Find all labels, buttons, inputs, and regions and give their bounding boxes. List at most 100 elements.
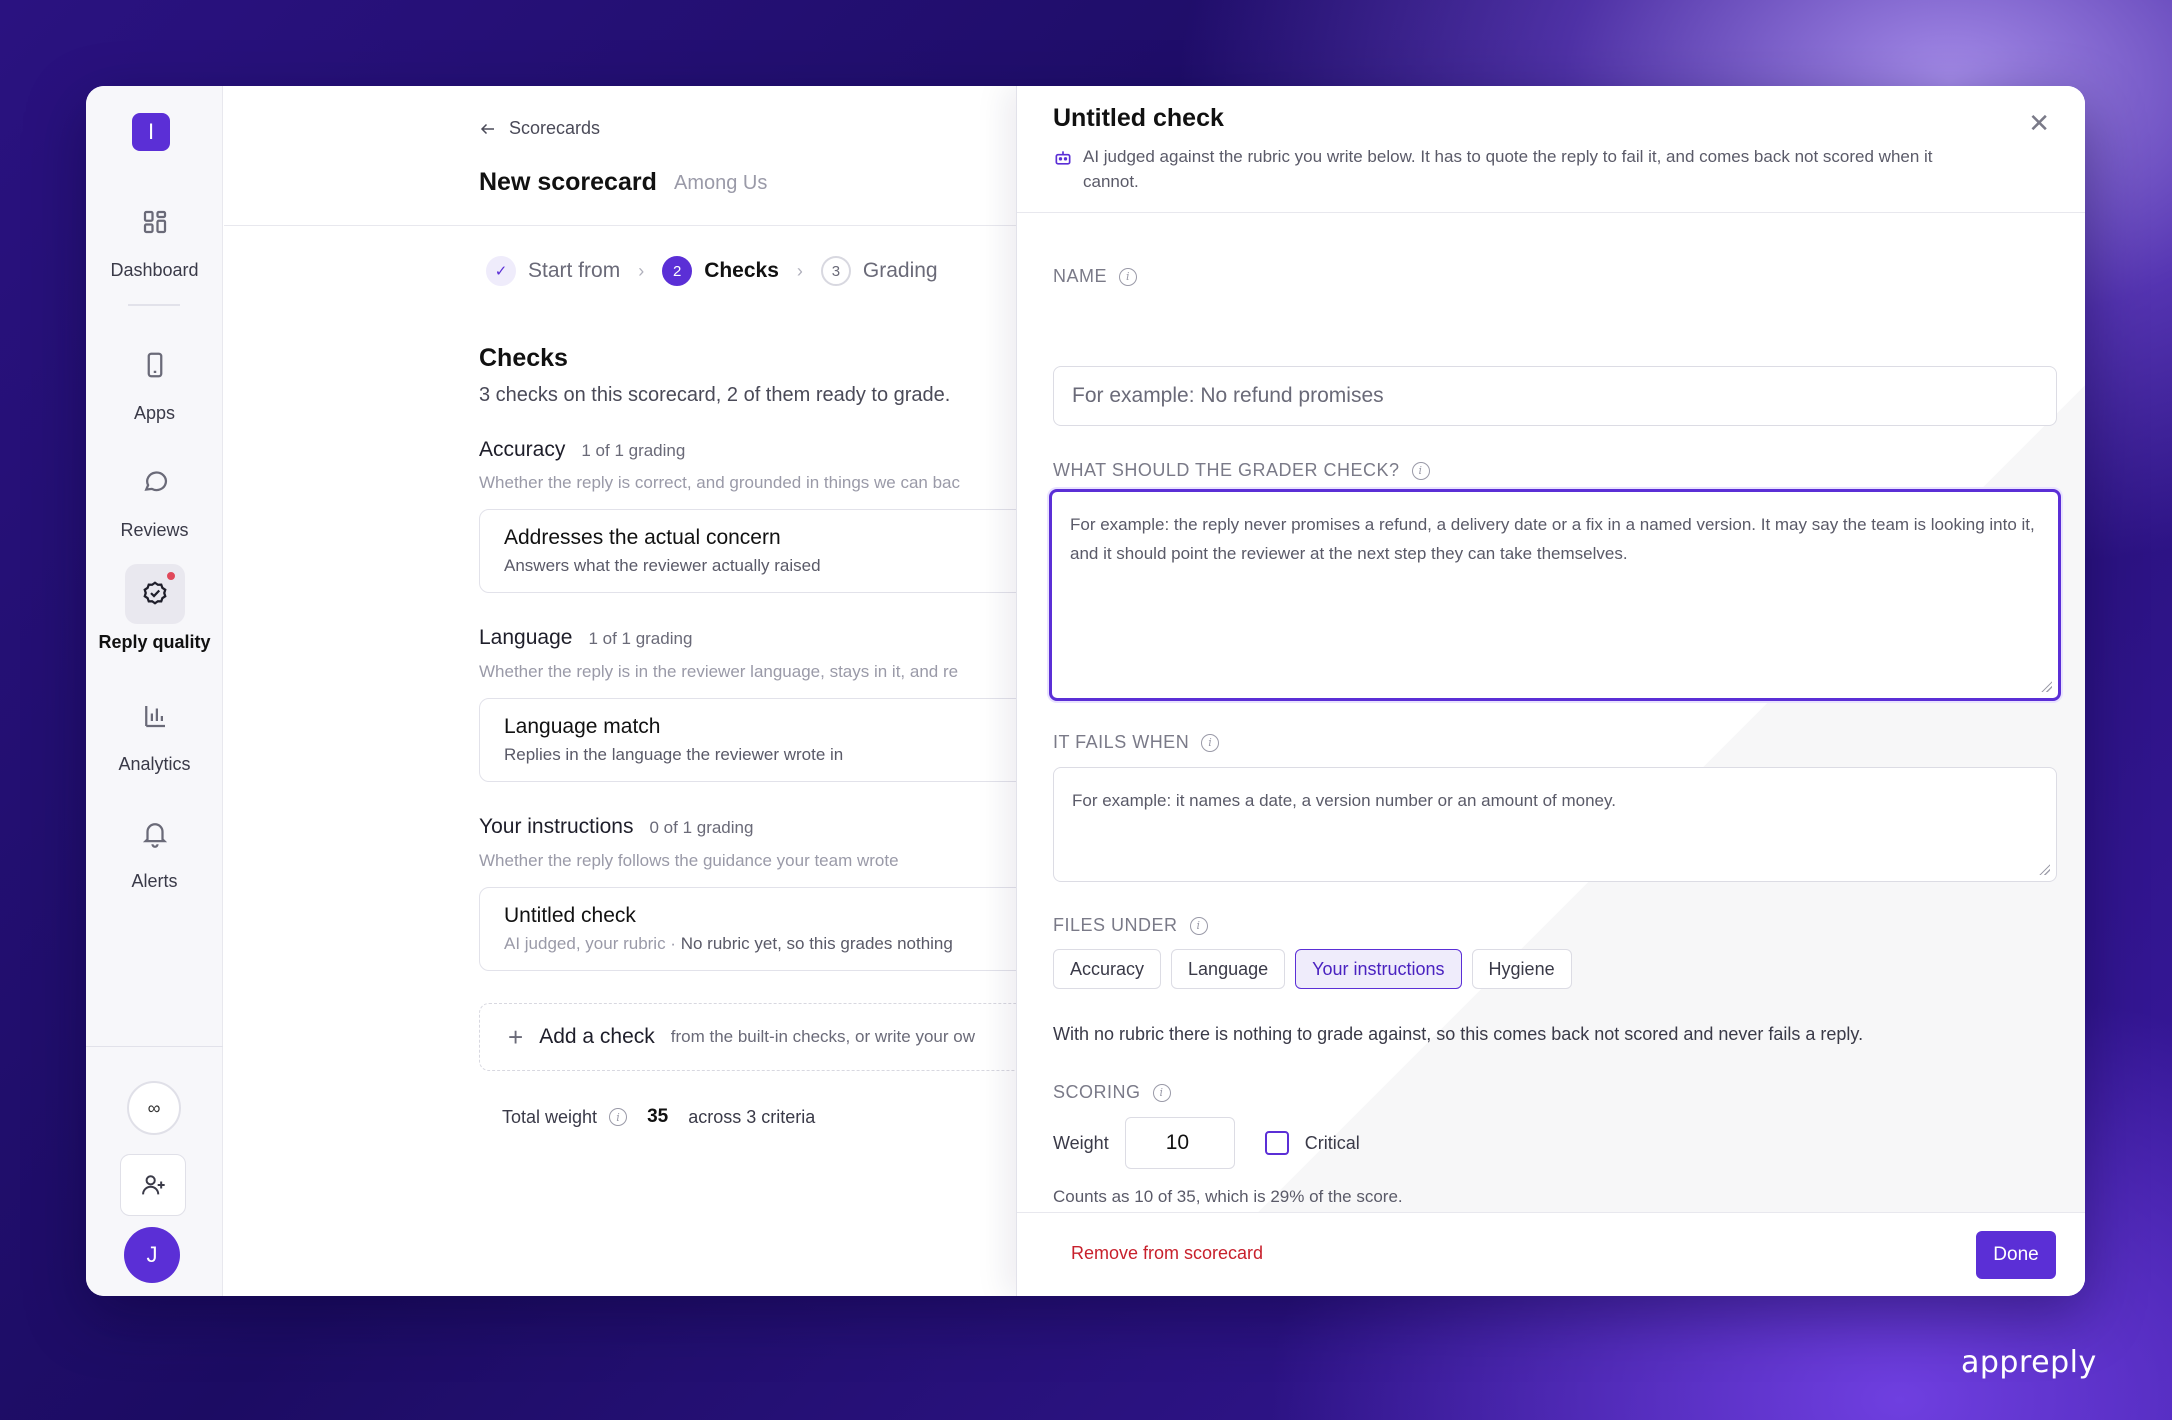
scorecard-editor: Scorecards New scorecard Among Us ✓ Star… bbox=[224, 86, 1179, 1296]
sidebar: I Dashboard Apps Reviews Reply quality A… bbox=[86, 86, 223, 1296]
total-weight-label: Total weight bbox=[502, 1106, 598, 1127]
total-weight-value: 35 bbox=[647, 1106, 669, 1127]
fails-textarea[interactable]: For example: it names a date, a version … bbox=[1053, 767, 2057, 882]
resize-handle[interactable] bbox=[2038, 863, 2050, 875]
breadcrumb[interactable]: Scorecards bbox=[479, 118, 600, 139]
sidebar-item-label: Reply quality bbox=[98, 632, 211, 652]
panel-footer: Remove from scorecard Done bbox=[1017, 1212, 2085, 1296]
category-chips: Accuracy Language Your instructions Hygi… bbox=[1053, 949, 1572, 989]
step-grading[interactable]: 3 Grading bbox=[820, 256, 938, 286]
phone-icon bbox=[147, 352, 162, 378]
stepper: ✓ Start from › 2 Checks › 3 Grading bbox=[486, 256, 938, 286]
done-button[interactable]: Done bbox=[1976, 1231, 2056, 1279]
check-editor-panel: NAME i For example: No refund promises WH… bbox=[1016, 86, 2085, 1296]
name-input[interactable]: For example: No refund promises bbox=[1053, 366, 2057, 426]
critical-checkbox[interactable] bbox=[1264, 1131, 1289, 1155]
fails-placeholder: For example: it names a date, a version … bbox=[1072, 791, 1616, 810]
chevron-right-icon: › bbox=[638, 260, 645, 281]
add-user-icon bbox=[142, 1175, 165, 1195]
info-icon[interactable]: i bbox=[1189, 916, 1208, 935]
group-description: Whether the reply is in the reviewer lan… bbox=[479, 662, 959, 681]
close-icon[interactable]: ✕ bbox=[2028, 108, 2050, 139]
files-under-label: FILES UNDER i bbox=[1053, 915, 1208, 936]
sidebar-item-apps[interactable]: Apps bbox=[86, 335, 223, 424]
resize-handle[interactable] bbox=[2040, 680, 2052, 692]
page-subtitle: Among Us bbox=[674, 172, 768, 194]
chip-your-instructions[interactable]: Your instructions bbox=[1295, 949, 1462, 989]
step-label: Start from bbox=[528, 259, 621, 282]
name-placeholder: For example: No refund promises bbox=[1072, 384, 1384, 407]
step-number: 2 bbox=[662, 256, 693, 286]
add-check-subtitle: from the built-in checks, or write your … bbox=[670, 1027, 975, 1046]
no-rubric-note: With no rubric there is nothing to grade… bbox=[1053, 1024, 1864, 1044]
badge-check-icon bbox=[142, 581, 167, 605]
chat-bubble-icon bbox=[143, 471, 167, 492]
step-start-from[interactable]: ✓ Start from bbox=[486, 256, 620, 286]
name-label-text: NAME bbox=[1053, 266, 1108, 286]
chip-accuracy[interactable]: Accuracy bbox=[1053, 949, 1162, 989]
dashboard-icon bbox=[143, 210, 166, 234]
info-icon[interactable]: i bbox=[1152, 1083, 1171, 1102]
weight-row: Weight 10 Critical bbox=[1053, 1117, 1360, 1169]
check-subtitle-status: No rubric yet, so this grades nothing bbox=[680, 934, 953, 953]
sidebar-item-label: Alerts bbox=[131, 871, 178, 891]
weight-input[interactable]: 10 bbox=[1124, 1117, 1235, 1169]
check-subtitle-muted: AI judged, your rubric · bbox=[504, 934, 681, 953]
panel-header: Untitled check AI judged against the rub… bbox=[1017, 86, 2085, 213]
info-icon[interactable]: i bbox=[1201, 733, 1220, 752]
info-icon[interactable]: i bbox=[1119, 267, 1138, 286]
add-check-label: Add a check bbox=[539, 1025, 655, 1048]
scoring-label: SCORING i bbox=[1053, 1082, 1171, 1103]
bar-chart-icon bbox=[144, 706, 165, 728]
sidebar-item-label: Dashboard bbox=[110, 260, 199, 280]
step-label: Grading bbox=[862, 259, 938, 282]
group-language-header: Language 1 of 1 grading bbox=[479, 626, 692, 650]
bell-icon bbox=[142, 823, 167, 848]
step-checks[interactable]: 2 Checks bbox=[662, 256, 779, 286]
grader-label: WHAT SHOULD THE GRADER CHECK? i bbox=[1053, 460, 1430, 481]
brand-logo: appreply bbox=[1961, 1345, 2097, 1380]
section-title: Checks bbox=[479, 344, 568, 372]
section-subtitle: 3 checks on this scorecard, 2 of them re… bbox=[479, 384, 951, 406]
sidebar-item-dashboard[interactable]: Dashboard bbox=[86, 192, 223, 281]
app-logo[interactable]: I bbox=[132, 113, 170, 151]
infinity-icon: ∞ bbox=[147, 1097, 161, 1118]
chip-language[interactable]: Language bbox=[1171, 949, 1286, 989]
fails-label-text: IT FAILS WHEN bbox=[1053, 732, 1190, 752]
step-label: Checks bbox=[704, 259, 779, 282]
group-description: Whether the reply follows the guidance y… bbox=[479, 851, 899, 870]
panel-body: NAME i For example: No refund promises WH… bbox=[1017, 212, 2085, 1212]
panel-description: AI judged against the rubric you write b… bbox=[1083, 147, 1933, 191]
group-count: 0 of 1 grading bbox=[649, 818, 754, 837]
group-name: Language bbox=[479, 626, 573, 649]
panel-title: Untitled check bbox=[1053, 104, 1224, 132]
group-count: 1 of 1 grading bbox=[588, 629, 693, 648]
remove-from-scorecard-button[interactable]: Remove from scorecard bbox=[1071, 1243, 1263, 1264]
critical-label[interactable]: Critical bbox=[1305, 1133, 1360, 1154]
app-window: I Dashboard Apps Reviews Reply quality A… bbox=[86, 86, 2085, 1296]
sidebar-item-reviews[interactable]: Reviews bbox=[86, 452, 223, 541]
weight-label: Weight bbox=[1053, 1132, 1109, 1153]
sidebar-item-analytics[interactable]: Analytics bbox=[86, 686, 223, 775]
group-count: 1 of 1 grading bbox=[581, 441, 686, 460]
invite-user-button[interactable] bbox=[120, 1154, 186, 1216]
chevron-right-icon: › bbox=[796, 260, 803, 281]
sidebar-item-label: Reviews bbox=[120, 520, 189, 540]
grader-textarea[interactable]: For example: the reply never promises a … bbox=[1049, 489, 2061, 701]
robot-icon bbox=[1055, 151, 1071, 165]
weight-note: Counts as 10 of 35, which is 29% of the … bbox=[1053, 1187, 1403, 1206]
grader-placeholder: For example: the reply never promises a … bbox=[1070, 515, 2035, 563]
info-icon[interactable]: i bbox=[609, 1108, 628, 1126]
total-weight: Total weight i 35 across 3 criteria bbox=[502, 1106, 815, 1128]
chip-hygiene[interactable]: Hygiene bbox=[1471, 949, 1572, 989]
sidebar-item-alerts[interactable]: Alerts bbox=[86, 803, 223, 892]
user-avatar[interactable]: J bbox=[124, 1227, 180, 1283]
check-icon: ✓ bbox=[486, 256, 516, 286]
info-icon[interactable]: i bbox=[1411, 461, 1430, 480]
notification-dot bbox=[164, 570, 177, 582]
plus-icon: + bbox=[508, 1021, 524, 1052]
sidebar-item-reply-quality[interactable]: Reply quality bbox=[86, 564, 223, 653]
sidebar-divider bbox=[128, 304, 180, 306]
breadcrumb-link[interactable]: Scorecards bbox=[509, 118, 600, 139]
infinity-button[interactable]: ∞ bbox=[127, 1081, 181, 1135]
